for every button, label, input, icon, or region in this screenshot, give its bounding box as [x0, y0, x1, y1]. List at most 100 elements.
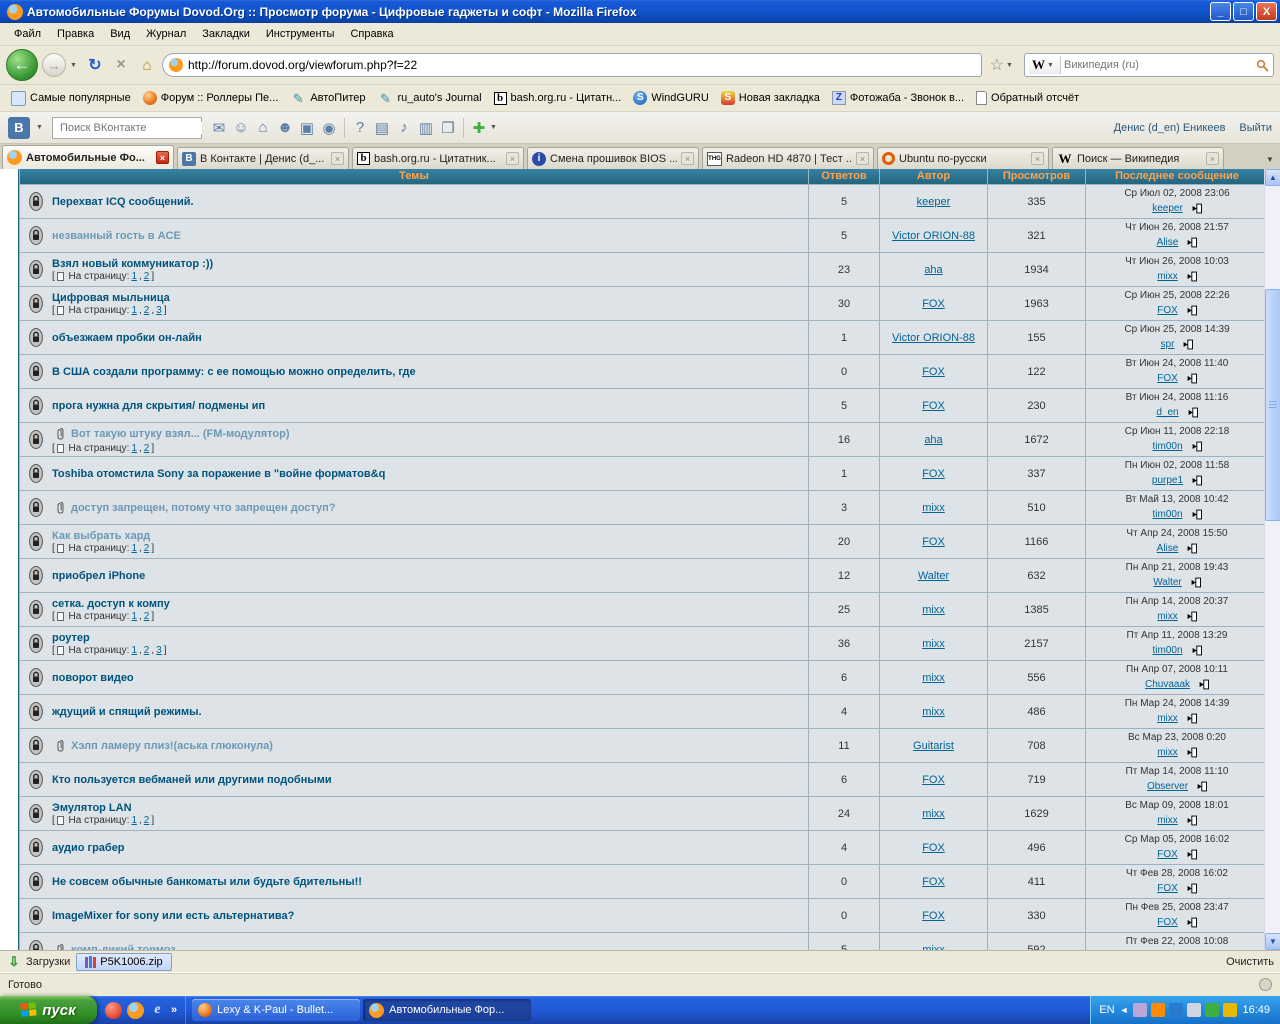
home-icon[interactable]: ⌂: [252, 117, 274, 139]
url-input[interactable]: [188, 58, 975, 72]
column-header[interactable]: Автор: [880, 169, 987, 184]
page-number-link[interactable]: 2: [144, 271, 150, 282]
tab-close-icon[interactable]: ×: [156, 151, 169, 164]
scroll-down-icon[interactable]: ▼: [1265, 933, 1280, 950]
page-number-link[interactable]: 2: [144, 543, 150, 554]
vk-logo-icon[interactable]: B: [8, 117, 30, 139]
tray-chevron-icon[interactable]: ◄: [1120, 1005, 1129, 1015]
author-link[interactable]: mixx: [922, 502, 945, 514]
last-post-user-link[interactable]: mixx: [1157, 746, 1178, 759]
vk-logout-link[interactable]: Выйти: [1239, 122, 1272, 134]
page-number-link[interactable]: 1: [131, 443, 137, 454]
tray-media-icon[interactable]: [1151, 1003, 1165, 1017]
topic-link[interactable]: Toshiba отомстила Sony за поражение в "в…: [52, 468, 385, 480]
topic-link[interactable]: Вот такую штуку взял... (FM-модулятор): [71, 428, 290, 440]
tray-network-icon[interactable]: [1205, 1003, 1219, 1017]
forward-button[interactable]: →: [42, 53, 66, 77]
author-link[interactable]: FOX: [922, 910, 945, 922]
author-link[interactable]: FOX: [922, 366, 945, 378]
browser-tab[interactable]: THGRadeon HD 4870 | Тест ...×: [702, 147, 874, 169]
browser-tab[interactable]: BВ Контакте | Денис (d_...×: [177, 147, 349, 169]
browser-tab[interactable]: bbash.org.ru - Цитатник...×: [352, 147, 524, 169]
minimize-button[interactable]: _: [1210, 2, 1231, 21]
topic-link[interactable]: сетка. доступ к компу: [52, 598, 170, 610]
last-post-user-link[interactable]: FOX: [1157, 882, 1178, 895]
last-post-user-link[interactable]: FOX: [1157, 916, 1178, 929]
topic-link[interactable]: поворот видео: [52, 672, 134, 684]
last-post-user-link[interactable]: tim00n: [1152, 440, 1182, 453]
last-post-user-link[interactable]: mixx: [1157, 712, 1178, 725]
page-number-link[interactable]: 3: [156, 305, 162, 316]
ql-ie-icon[interactable]: e: [149, 1002, 166, 1019]
taskbar-task-button[interactable]: Lexy & K-Paul - Bullet...: [192, 999, 360, 1021]
author-link[interactable]: Victor ORION-88: [892, 230, 975, 242]
bookmark-item[interactable]: bbash.org.ru - Цитатн...: [489, 90, 627, 107]
topic-link[interactable]: доступ запрещен, потому что запрещен дос…: [71, 502, 336, 514]
browser-tab[interactable]: Автомобильные Фо...×: [2, 145, 174, 169]
page-number-link[interactable]: 1: [131, 543, 137, 554]
tab-close-icon[interactable]: ×: [1206, 152, 1219, 165]
documents-icon[interactable]: ❐: [437, 117, 459, 139]
browser-tab[interactable]: WПоиск — Википедия×: [1052, 147, 1224, 169]
page-number-link[interactable]: 3: [156, 645, 162, 656]
notes-icon[interactable]: ▥: [415, 117, 437, 139]
tray-device-icon[interactable]: [1133, 1003, 1147, 1017]
last-post-user-link[interactable]: Chuvaaak: [1145, 678, 1190, 691]
mail-icon[interactable]: ✉: [208, 117, 230, 139]
tray-display-icon[interactable]: [1169, 1003, 1183, 1017]
search-engine-button[interactable]: W▼: [1029, 56, 1061, 74]
author-link[interactable]: mixx: [922, 672, 945, 684]
last-post-user-link[interactable]: FOX: [1157, 848, 1178, 861]
download-item[interactable]: P5K1006.zip: [76, 953, 171, 971]
help-icon[interactable]: ?: [349, 117, 371, 139]
bookmark-item[interactable]: Форум :: Роллеры Пе...: [138, 89, 284, 107]
topic-link[interactable]: ImageMixer for sony или есть альтернатив…: [52, 910, 294, 922]
vk-user-link[interactable]: Денис (d_en) Еникеев: [1114, 122, 1226, 134]
author-link[interactable]: mixx: [922, 604, 945, 616]
column-header[interactable]: Последнее сообщение: [1086, 169, 1264, 184]
menu-item[interactable]: Справка: [342, 25, 401, 43]
author-link[interactable]: Walter: [918, 570, 949, 582]
bookmark-item[interactable]: SНовая закладка: [716, 89, 825, 107]
vk-dropdown-icon[interactable]: ▼: [36, 124, 46, 131]
last-post-user-link[interactable]: FOX: [1157, 372, 1178, 385]
last-post-user-link[interactable]: FOX: [1157, 950, 1178, 951]
topic-link[interactable]: роутер: [52, 632, 90, 644]
photos-icon[interactable]: ▣: [296, 117, 318, 139]
topic-link[interactable]: Эмулятор LAN: [52, 802, 132, 814]
scrollbar-thumb[interactable]: [1265, 289, 1280, 521]
vk-search-input[interactable]: [60, 122, 202, 134]
topic-link[interactable]: приобрел iPhone: [52, 570, 145, 582]
last-post-user-link[interactable]: purpe1: [1152, 474, 1183, 487]
page-number-link[interactable]: 2: [144, 443, 150, 454]
history-dropdown-icon[interactable]: ▼: [70, 62, 80, 69]
tab-close-icon[interactable]: ×: [506, 152, 519, 165]
topic-link[interactable]: Как выбрать хард: [52, 530, 150, 542]
topic-link[interactable]: Хэлп ламеру плиз!(аська глюконула): [71, 740, 273, 752]
tray-update-icon[interactable]: [1223, 1003, 1237, 1017]
menu-item[interactable]: Инструменты: [258, 25, 343, 43]
last-post-user-link[interactable]: mixx: [1157, 270, 1178, 283]
menu-item[interactable]: Файл: [6, 25, 49, 43]
page-number-link[interactable]: 1: [131, 305, 137, 316]
last-post-user-link[interactable]: tim00n: [1152, 508, 1182, 521]
author-link[interactable]: Guitarist: [913, 740, 954, 752]
menu-item[interactable]: Правка: [49, 25, 102, 43]
friends-icon[interactable]: ☻: [274, 117, 296, 139]
browser-tab[interactable]: Ubuntu по-русски×: [877, 147, 1049, 169]
home-button[interactable]: ⌂: [136, 54, 158, 76]
downloads-label-wrap[interactable]: ⇩Загрузки: [6, 954, 70, 970]
page-number-link[interactable]: 1: [131, 815, 137, 826]
groups-icon[interactable]: ▤: [371, 117, 393, 139]
last-post-user-link[interactable]: mixx: [1157, 610, 1178, 623]
web-search-box[interactable]: W▼: [1024, 53, 1274, 77]
last-post-user-link[interactable]: mixx: [1157, 814, 1178, 827]
last-post-user-link[interactable]: Alise: [1157, 236, 1179, 249]
bookmark-item[interactable]: ✎ru_auto's Journal: [373, 88, 487, 108]
menu-item[interactable]: Закладки: [194, 25, 258, 43]
page-number-link[interactable]: 1: [131, 611, 137, 622]
profile-icon[interactable]: ☺: [230, 117, 252, 139]
reload-button[interactable]: ↻: [84, 54, 106, 76]
column-header[interactable]: Ответов: [809, 169, 879, 184]
topic-link[interactable]: Кто пользуется вебманей или другими подо…: [52, 774, 332, 786]
